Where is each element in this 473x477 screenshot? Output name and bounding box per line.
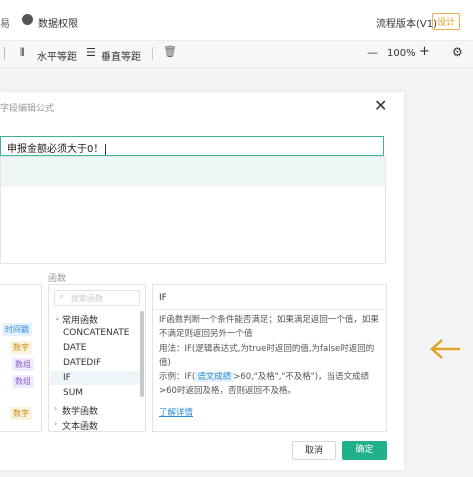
process-version-label: 流程版本(V1): [376, 19, 438, 30]
toolbar-divider: [4, 47, 5, 60]
expand-arrow-icon[interactable]: ›: [54, 404, 57, 413]
function-item[interactable]: DATE: [63, 343, 86, 353]
formula-editor[interactable]: [0, 156, 386, 264]
design-badge: 设计: [432, 13, 461, 30]
function-item[interactable]: SUM: [63, 388, 83, 398]
tab-fragment[interactable]: 易: [0, 15, 10, 30]
settings-gear-icon[interactable]: ⚙: [452, 45, 463, 59]
example-suffix: >60,"及格","不及格")，当语文成绩: [233, 372, 370, 382]
editor-highlight-row: [1, 157, 385, 187]
function-list-panel: ⌕ 搜索函数 ⌄ 常用函数 CONCATENATE DATE DATEDIF I…: [48, 284, 146, 432]
delete-icon[interactable]: 🗑: [163, 45, 177, 58]
vertical-align-button[interactable]: 垂直等距: [101, 48, 141, 63]
search-icon: ⌕: [59, 292, 65, 302]
formula-input[interactable]: 申报金额必须大于0！: [0, 136, 384, 156]
annotation-arrow-icon: [430, 339, 460, 359]
search-placeholder: 搜索函数: [71, 294, 103, 303]
scrollbar[interactable]: [140, 311, 144, 397]
cancel-button[interactable]: 取消: [292, 441, 336, 460]
function-item[interactable]: CONCATENATE: [63, 328, 129, 338]
vertical-align-icon[interactable]: ☰: [86, 46, 96, 59]
function-item[interactable]: DATEDIF: [63, 358, 101, 368]
function-search-input[interactable]: ⌕ 搜索函数: [54, 290, 140, 306]
field-list-panel: 时间戳 数字 数组 数组 数字: [0, 284, 42, 432]
function-name: IF: [159, 293, 167, 303]
horizontal-align-button[interactable]: 水平等距: [37, 48, 77, 63]
top-bar: 易 数据权限 流程版本(V1) 设计: [0, 0, 473, 41]
example-field-tag: 语文成绩: [195, 372, 234, 382]
zoom-in-button[interactable]: +: [419, 44, 430, 59]
field-type-tag: 数组: [12, 375, 34, 388]
field-type-tag: 数字: [10, 341, 32, 354]
zoom-level: 100%: [387, 48, 416, 59]
usage-line: 用法：IF(逻辑表达式,为true时返回的值,为false时返回的值): [159, 344, 375, 368]
description-line: IF函数判断一个条件能否满足；如果满足返回一个值，如果: [159, 315, 379, 325]
divider: [153, 309, 386, 310]
learn-more-link[interactable]: 了解详情: [159, 406, 383, 420]
tab-data-permission[interactable]: 数据权限: [38, 15, 78, 30]
example-line: 示例：IF(语文成绩 >60,"及格","不及格")，当语文成绩: [159, 370, 383, 384]
field-type-tag: 数组: [12, 358, 34, 371]
function-detail-panel: IF IF函数判断一个条件能否满足；如果满足返回一个值，如果 不满足则返回另外一…: [152, 284, 387, 432]
description-line: 不满足则返回另外一个值: [159, 329, 253, 339]
example-prefix: 示例：IF(: [159, 372, 196, 382]
function-item-selected[interactable]: IF: [63, 373, 71, 383]
group-common-functions[interactable]: 常用函数: [62, 313, 98, 326]
shield-icon: [22, 14, 33, 25]
formula-value: 申报金额必须大于0！: [7, 144, 104, 155]
zoom-out-button[interactable]: —: [367, 46, 378, 59]
expand-arrow-icon[interactable]: ›: [54, 419, 57, 428]
field-type-tag: 数字: [10, 407, 32, 420]
dialog-title: 字段编辑公式: [0, 104, 55, 114]
field-type-tag: 时间戳: [2, 323, 32, 336]
horizontal-align-icon[interactable]: ⫴: [20, 46, 25, 60]
collapse-arrow-icon[interactable]: ⌄: [54, 313, 61, 322]
close-icon[interactable]: ✕: [374, 96, 387, 115]
confirm-button[interactable]: 确定: [342, 441, 387, 460]
functions-section-label: 函数: [48, 274, 67, 284]
toolbar: ⫴ 水平等距 ☰ 垂直等距 🗑 — 100% + ⚙: [0, 41, 473, 68]
example-line-2: >60时返回及格，否则返回不及格。: [159, 386, 296, 396]
toolbar-divider: [152, 47, 153, 60]
group-text-functions[interactable]: 文本函数: [62, 419, 98, 432]
group-math-functions[interactable]: 数学函数: [62, 404, 98, 417]
